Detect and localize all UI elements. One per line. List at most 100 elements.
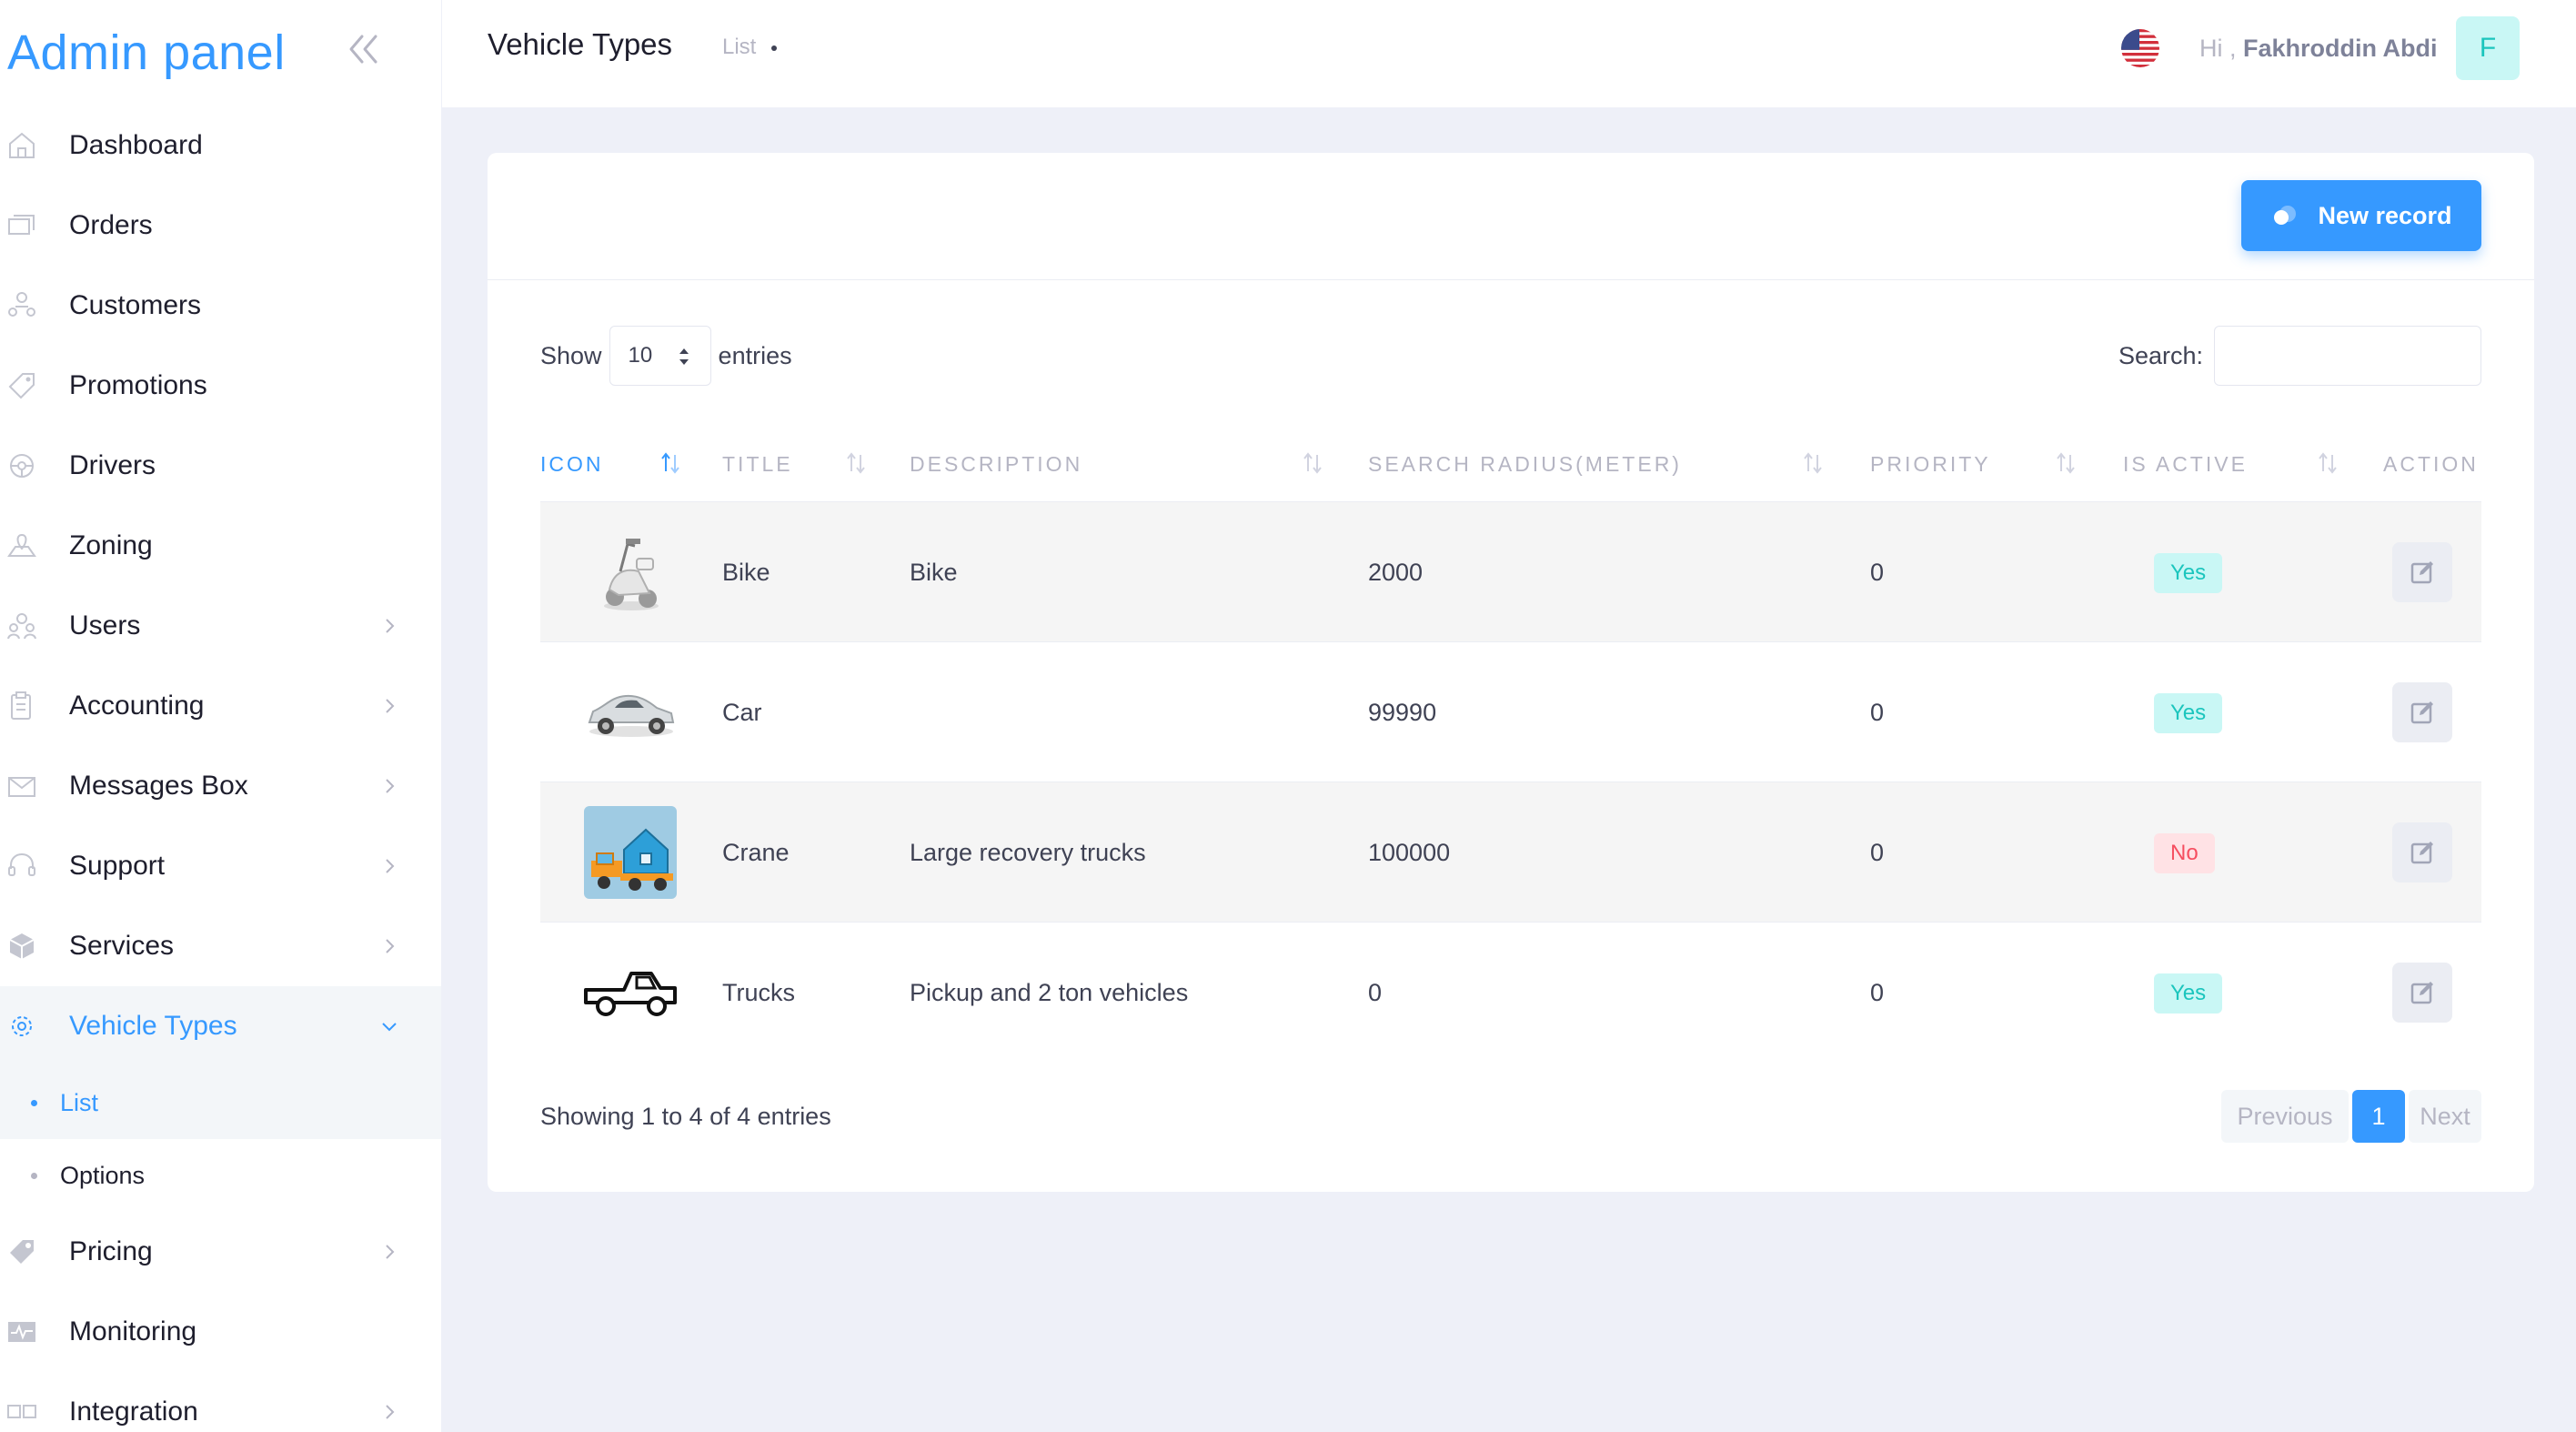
- envelope-icon: [4, 768, 40, 804]
- sidebar-item-services[interactable]: Services: [0, 906, 441, 986]
- greeting-text: Hi ,: [2199, 35, 2237, 62]
- sidebar-item-label: Support: [69, 851, 166, 881]
- page-length-value: 10: [628, 343, 653, 368]
- sidebar-item-label: Monitoring: [69, 1316, 197, 1346]
- bullet-icon: [31, 1172, 37, 1179]
- cell-search-radius: 99990: [1368, 698, 1437, 726]
- brand-title: Admin panel: [7, 25, 286, 80]
- cell-description: Large recovery trucks: [910, 838, 1146, 866]
- column-header-is-active[interactable]: IS ACTIVE: [2123, 426, 2248, 502]
- column-header-label: PRIORITY: [1870, 451, 1991, 476]
- sidebar-item-label: Orders: [69, 210, 153, 240]
- sidebar-subitem-label: List: [60, 1088, 99, 1116]
- column-header-icon[interactable]: ICON: [540, 426, 604, 502]
- sidebar-item-pricing[interactable]: Pricing: [0, 1212, 441, 1292]
- sidebar-item-label: Customers: [69, 290, 202, 320]
- status-badge: Yes: [2154, 553, 2223, 593]
- sidebar-item-support[interactable]: Support: [0, 826, 441, 906]
- table-header: ICON TITLE DESCRIPTION SEARCH RADIUS(MET…: [540, 426, 2481, 502]
- edit-button[interactable]: [2392, 822, 2452, 882]
- search-input[interactable]: [2214, 326, 2481, 386]
- new-record-button[interactable]: New record: [2241, 180, 2481, 251]
- sidebar-item-dashboard[interactable]: Dashboard: [0, 106, 441, 186]
- integration-icon: [4, 1394, 40, 1430]
- sidebar-item-orders[interactable]: Orders: [0, 186, 441, 266]
- sort-icon[interactable]: [2318, 451, 2338, 475]
- column-header-action: ACTION: [2383, 426, 2479, 502]
- column-header-title[interactable]: TITLE: [722, 426, 793, 502]
- pagination: Previous 1 Next: [2221, 1090, 2481, 1143]
- entries-label: entries: [718, 341, 792, 369]
- column-header-description[interactable]: DESCRIPTION: [910, 426, 1082, 502]
- top-header: Vehicle Types List Hi , Fakhroddin Abdi …: [442, 0, 2576, 107]
- sidebar-item-vehicle-types[interactable]: Vehicle Types: [0, 986, 441, 1066]
- orders-icon: [4, 207, 40, 244]
- chevron-right-icon: [378, 1241, 400, 1263]
- cell-priority: 0: [1870, 558, 1885, 586]
- page-button-current[interactable]: 1: [2352, 1090, 2405, 1143]
- search-control: Search:: [2118, 326, 2481, 386]
- users-icon: [4, 608, 40, 644]
- column-header-label: DESCRIPTION: [910, 451, 1083, 476]
- crane-image: [584, 806, 677, 899]
- column-header-label: ICON: [540, 451, 604, 476]
- column-header-search-radius[interactable]: SEARCH RADIUS(METER): [1368, 426, 1682, 502]
- sidebar-subitem-options[interactable]: Options: [0, 1139, 441, 1212]
- sidebar-item-accounting[interactable]: Accounting: [0, 666, 441, 746]
- edit-button[interactable]: [2392, 542, 2452, 602]
- sort-icon[interactable]: [1803, 451, 1823, 475]
- sidebar-item-label: Accounting: [69, 691, 205, 721]
- previous-page-button[interactable]: Previous: [2221, 1090, 2349, 1143]
- sort-icon[interactable]: [1303, 451, 1323, 475]
- sidebar-item-drivers[interactable]: Drivers: [0, 426, 441, 506]
- sidebar-item-customers[interactable]: Customers: [0, 266, 441, 346]
- us-flag-icon[interactable]: [2121, 29, 2159, 67]
- next-page-button[interactable]: Next: [2409, 1090, 2481, 1143]
- column-header-priority[interactable]: PRIORITY: [1870, 426, 1991, 502]
- sidebar-item-promotions[interactable]: Promotions: [0, 346, 441, 426]
- chevron-right-icon: [378, 935, 400, 957]
- headset-icon: [4, 848, 40, 884]
- page-length-select[interactable]: 10: [609, 326, 711, 386]
- cell-description: Bike: [910, 558, 958, 586]
- sort-ascending-icon[interactable]: [660, 451, 680, 475]
- chevron-right-icon: [378, 1401, 400, 1423]
- sidebar-item-label: Drivers: [69, 450, 156, 480]
- table-row: Bike Bike 2000 0 Yes: [540, 502, 2481, 642]
- status-badge: Yes: [2154, 973, 2223, 1013]
- sidebar-item-integration[interactable]: Integration: [0, 1372, 441, 1432]
- search-label: Search:: [2118, 341, 2203, 369]
- sidebar-subitem-label: Options: [60, 1161, 146, 1189]
- toggle-icon: [2274, 206, 2297, 225]
- user-greeting[interactable]: Hi , Fakhroddin Abdi: [2199, 35, 2438, 63]
- sidebar-item-users[interactable]: Users: [0, 586, 441, 666]
- collapse-sidebar-button[interactable]: [344, 24, 384, 75]
- sidebar-item-label: Users: [69, 610, 141, 640]
- cell-title: Bike: [722, 558, 770, 586]
- cell-priority: 0: [1870, 698, 1885, 726]
- sidebar-item-label: Promotions: [69, 370, 207, 400]
- vehicle-types-table: ICON TITLE DESCRIPTION SEARCH RADIUS(MET…: [540, 426, 2481, 1063]
- chevron-right-icon: [378, 695, 400, 717]
- sidebar-item-messages-box[interactable]: Messages Box: [0, 746, 441, 826]
- sort-icon[interactable]: [846, 451, 866, 475]
- edit-button[interactable]: [2392, 963, 2452, 1023]
- monitor-icon: [4, 1314, 40, 1350]
- avatar[interactable]: F: [2456, 16, 2520, 80]
- show-label: Show: [540, 341, 602, 369]
- cell-title: Car: [722, 698, 762, 726]
- column-header-label: TITLE: [722, 451, 793, 476]
- cell-title: Trucks: [722, 978, 795, 1006]
- sidebar-item-monitoring[interactable]: Monitoring: [0, 1292, 441, 1372]
- bullet-icon: [31, 1099, 37, 1106]
- sidebar-item-label: Messages Box: [69, 771, 248, 801]
- sort-icon[interactable]: [2056, 451, 2076, 475]
- new-record-label: New record: [2318, 201, 2452, 229]
- sidebar-item-zoning[interactable]: Zoning: [0, 506, 441, 586]
- breadcrumb-dot: [771, 45, 777, 51]
- breadcrumb[interactable]: List: [722, 35, 756, 60]
- edit-button[interactable]: [2392, 682, 2452, 742]
- sidebar-subitem-list[interactable]: List: [0, 1066, 441, 1139]
- table-row: Trucks Pickup and 2 ton vehicles 0 0 Yes: [540, 923, 2481, 1063]
- sidebar-item-label: Dashboard: [69, 130, 203, 160]
